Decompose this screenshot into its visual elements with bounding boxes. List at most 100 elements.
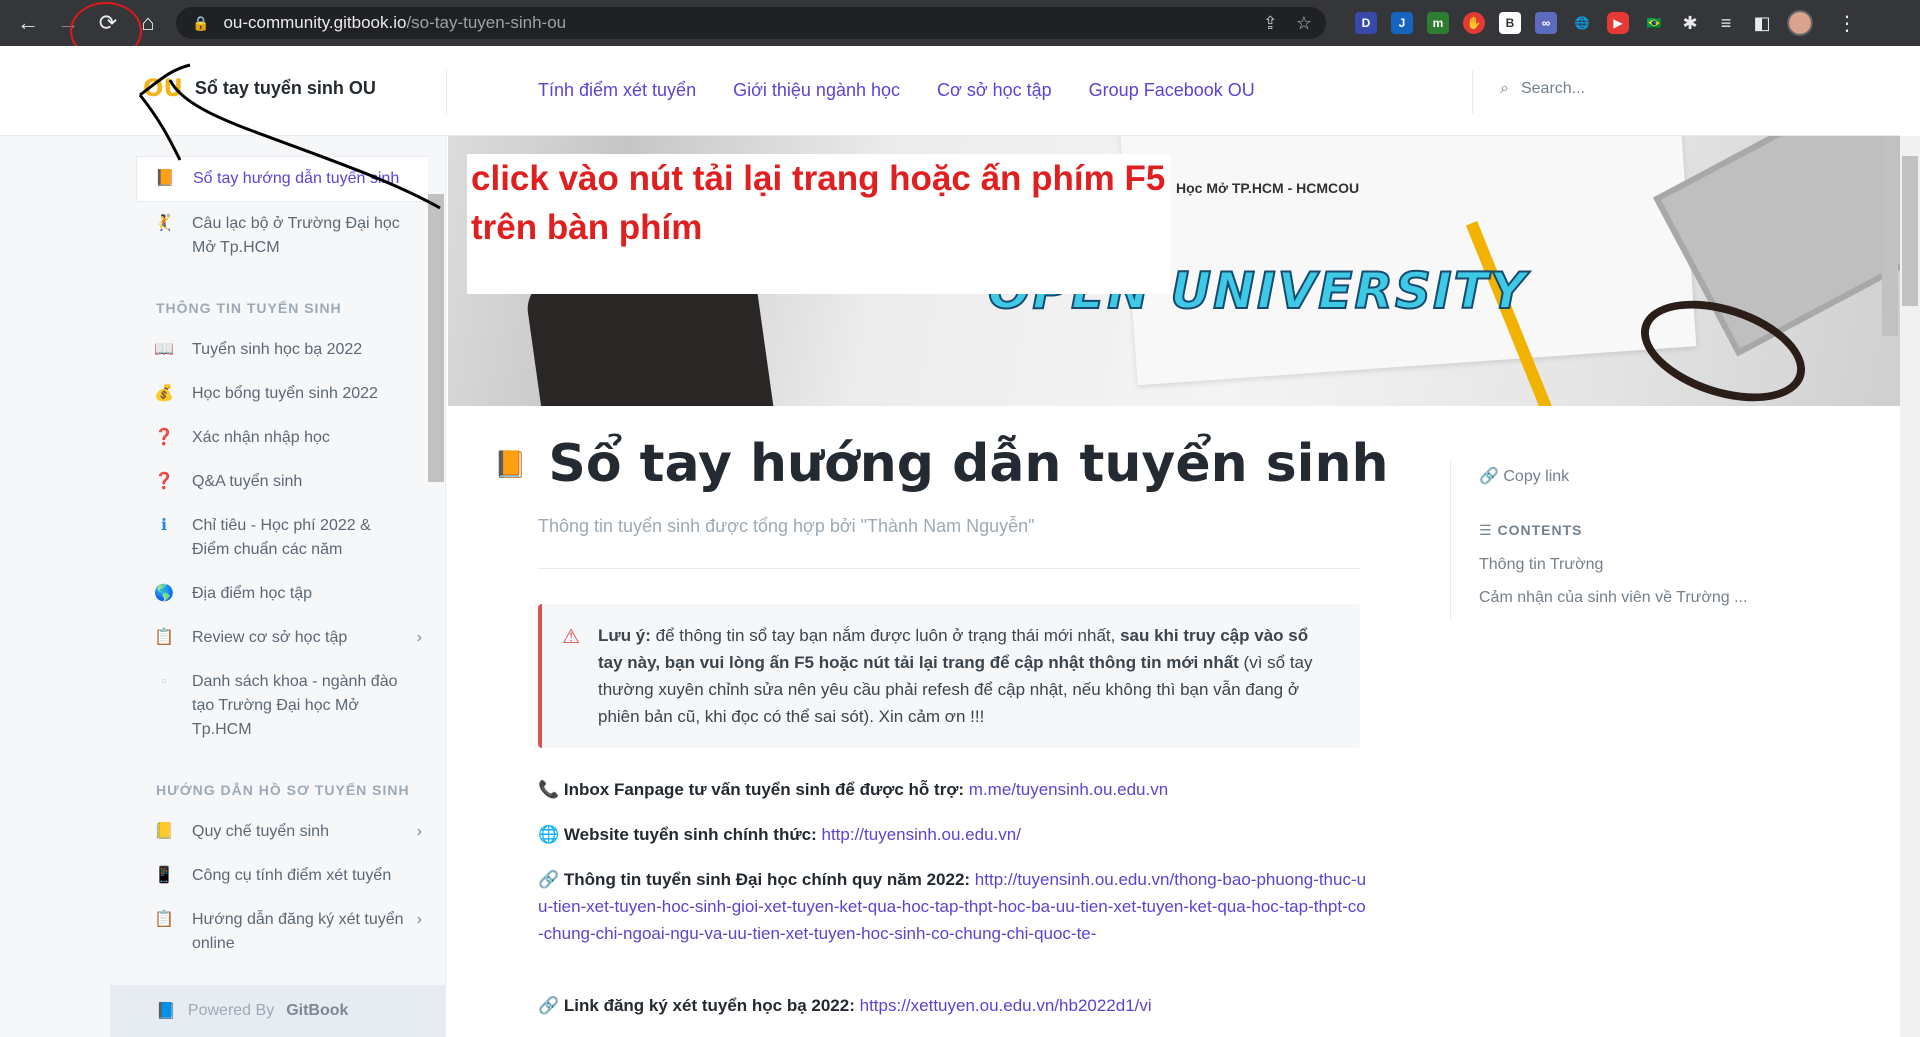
annotation-arrow [138, 63, 441, 210]
powered-by-gitbook[interactable]: 📘 Powered By GitBook [110, 985, 446, 1037]
browser-toolbar: ← → ⟳ ⌂ 🔒 ou-community.gitbook.io/so-tay… [0, 0, 1920, 60]
sidebar-item-label: Review cơ sở học tập [192, 629, 348, 646]
top-nav: Tính điểm xét tuyển Giới thiệu ngành học… [538, 80, 1255, 101]
chevron-right-icon[interactable]: › [417, 820, 422, 844]
media-queue-icon[interactable]: ≡ [1715, 12, 1737, 34]
fanpage-link[interactable]: m.me/tuyensinh.ou.edu.vn [969, 780, 1168, 799]
phone-icon: 📱 [154, 867, 174, 884]
sidebar-item-label: Quy chế tuyển sinh [192, 823, 329, 840]
back-icon[interactable]: ← [8, 3, 48, 43]
sidebar-section-thong-tin: THÔNG TIN TUYỂN SINH [156, 300, 342, 316]
sidebar-item-hoc-bong[interactable]: 💰 Học bổng tuyển sinh 2022 [136, 372, 428, 416]
paragraph-dang-ky: 🔗 Link đăng ký xét tuyển học bạ 2022: ht… [538, 992, 1368, 1019]
globe-icon: 🌎 [154, 585, 174, 602]
top-link-gioi-thieu[interactable]: Giới thiệu ngành học [733, 80, 900, 101]
bookmark-star-icon[interactable]: ☆ [1296, 13, 1312, 34]
chrome-menu-icon[interactable]: ⋮ [1837, 11, 1857, 36]
website-link[interactable]: http://tuyensinh.ou.edu.vn/ [822, 825, 1021, 844]
toc-heading: ☰ CONTENTS [1479, 522, 1582, 539]
chevron-right-icon[interactable]: › [417, 908, 422, 932]
extensions-bar: D J m ✋ B ∞ 🌐 ▶ 🇧🇷 ✱ ≡ ◧ ⋮ [1355, 10, 1857, 36]
top-link-co-so[interactable]: Cơ sở học tập [937, 80, 1052, 101]
page-title-text: Sổ tay hướng dẫn tuyển sinh [548, 434, 1389, 494]
link-icon: 🔗 [538, 870, 560, 889]
sidebar-scrollbar[interactable] [428, 194, 444, 482]
question-icon: ❓ [154, 429, 174, 446]
page-title: 📙 Sổ tay hướng dẫn tuyển sinh [494, 434, 1389, 494]
title-divider [538, 568, 1360, 569]
book-icon: 📙 [494, 448, 527, 479]
extension-d-icon[interactable]: D [1355, 12, 1377, 34]
search-input[interactable]: Search... [1521, 80, 1585, 98]
hero-scrollbar [1882, 136, 1898, 336]
clipboard-icon: 📋 [154, 911, 174, 928]
paragraph-fanpage: 📞 Inbox Fanpage tư vấn tuyển sinh để đượ… [538, 776, 1368, 803]
chevron-right-icon[interactable]: › [417, 626, 422, 650]
extension-j-icon[interactable]: J [1391, 12, 1413, 34]
youtube-icon[interactable]: ▶ [1607, 12, 1629, 34]
sidebar-item-clb[interactable]: 🤾 Câu lạc bộ ở Trường Đại học Mở Tp.HCM [136, 202, 428, 270]
extension-link-icon[interactable]: ∞ [1535, 12, 1557, 34]
clipboard-icon: 📋 [154, 629, 174, 646]
powered-prefix: Powered By [187, 1002, 275, 1019]
sidebar-item-label: Công cụ tính điểm xét tuyển [192, 867, 392, 884]
telephone-icon: 📞 [538, 780, 560, 799]
paragraph-thong-tin: 🔗 Thông tin tuyển sinh Đại học chính quy… [538, 866, 1368, 947]
puzzle-icon[interactable]: ✱ [1679, 12, 1701, 34]
top-link-tinh-diem[interactable]: Tính điểm xét tuyển [538, 80, 696, 101]
extension-globe-icon[interactable]: 🌐 [1571, 12, 1593, 34]
url-host: ou-community.gitbook.io [223, 13, 407, 32]
paragraph-website: 🌐 Website tuyển sinh chính thức: http://… [538, 821, 1368, 848]
hero-paper [1119, 136, 1697, 386]
address-bar[interactable]: 🔒 ou-community.gitbook.io/so-tay-tuyen-s… [176, 7, 1326, 39]
sidebar-item-qa[interactable]: ❓ Q&A tuyển sinh [136, 460, 428, 504]
sidebar-item-dang-ky[interactable]: 📋 Hướng dẫn đăng ký xét tuyển online › [136, 898, 428, 966]
sidepanel-icon[interactable]: ◧ [1751, 12, 1773, 34]
paragraph-label: Thông tin tuyển sinh Đại học chính quy n… [563, 870, 971, 889]
page-scrollbar[interactable] [1900, 136, 1920, 1037]
open-book-icon: 📖 [154, 341, 174, 358]
gitbook-icon: 📘 [156, 1003, 176, 1020]
sidebar-item-danh-sach-khoa[interactable]: ▫ Danh sách khoa - ngành đào tạo Trường … [136, 660, 428, 752]
sidebar-item-label: Địa điểm học tập [192, 585, 313, 602]
sidebar-item-label: Chỉ tiêu - Học phí 2022 & Điểm chuẩn các… [192, 517, 371, 558]
sidebar-item-chi-tieu[interactable]: ℹ Chỉ tiêu - Học phí 2022 & Điểm chuẩn c… [136, 504, 428, 572]
powered-brand: GitBook [286, 1002, 349, 1019]
page-scrollbar-thumb[interactable] [1902, 156, 1918, 306]
copy-link-button[interactable]: 🔗 Copy link [1479, 466, 1569, 486]
handball-icon: 🤾 [154, 215, 174, 232]
toc-heading-label: CONTENTS [1497, 522, 1583, 538]
toc-item-thong-tin[interactable]: Thông tin Trường [1479, 556, 1603, 574]
lock-icon: 🔒 [192, 14, 210, 31]
extension-m-icon[interactable]: m [1427, 12, 1449, 34]
paragraph-label: Link đăng ký xét tuyển học bạ 2022: [563, 996, 855, 1015]
extension-stop-icon[interactable]: ✋ [1463, 12, 1485, 34]
header-divider-2 [1472, 70, 1473, 114]
extension-flag-icon[interactable]: 🇧🇷 [1643, 12, 1665, 34]
sidebar-item-label: Q&A tuyển sinh [192, 473, 303, 490]
ledger-icon: 📒 [154, 823, 174, 840]
sidebar-item-dia-diem[interactable]: 🌎 Địa điểm học tập [136, 572, 428, 616]
sidebar-item-cong-cu[interactable]: 📱 Công cụ tính điểm xét tuyển [136, 854, 428, 898]
sidebar-item-label: Câu lạc bộ ở Trường Đại học Mở Tp.HCM [192, 215, 400, 256]
hero-school-name: Học Mở TP.HCM - HCMCOU [1176, 180, 1360, 196]
info-icon: ℹ [160, 517, 168, 534]
extension-b-icon[interactable]: B [1499, 12, 1521, 34]
profile-avatar[interactable] [1787, 10, 1813, 36]
search-icon: ⌕ [1500, 80, 1509, 97]
table-of-contents: 🔗 Copy link ☰ CONTENTS Thông tin Trường … [1450, 460, 1810, 620]
globe-icon: 🌐 [538, 825, 560, 844]
list-icon: ☰ [1479, 522, 1493, 538]
dang-ky-link[interactable]: https://xettuyen.ou.edu.vn/hb2022d1/vi [860, 996, 1152, 1015]
sidebar-item-quy-che[interactable]: 📒 Quy chế tuyển sinh › [136, 810, 428, 854]
sidebar-item-xac-nhan[interactable]: ❓ Xác nhận nhập học [136, 416, 428, 460]
sidebar-item-review[interactable]: 📋 Review cơ sở học tập › [136, 616, 428, 660]
paragraph-label: Website tuyển sinh chính thức: [563, 825, 817, 844]
search-box[interactable]: ⌕ Search... [1500, 80, 1585, 98]
share-icon[interactable]: ⇪ [1263, 13, 1278, 34]
sidebar-item-label: Tuyển sinh học bạ 2022 [192, 341, 363, 358]
top-link-facebook[interactable]: Group Facebook OU [1089, 80, 1255, 101]
toc-item-cam-nhan[interactable]: Cảm nhận của sinh viên về Trường ... [1479, 589, 1747, 607]
sidebar-item-hoc-ba[interactable]: 📖 Tuyển sinh học bạ 2022 [136, 328, 428, 372]
annotation-note: click vào nút tải lại trang hoặc ấn phím… [467, 154, 1171, 294]
